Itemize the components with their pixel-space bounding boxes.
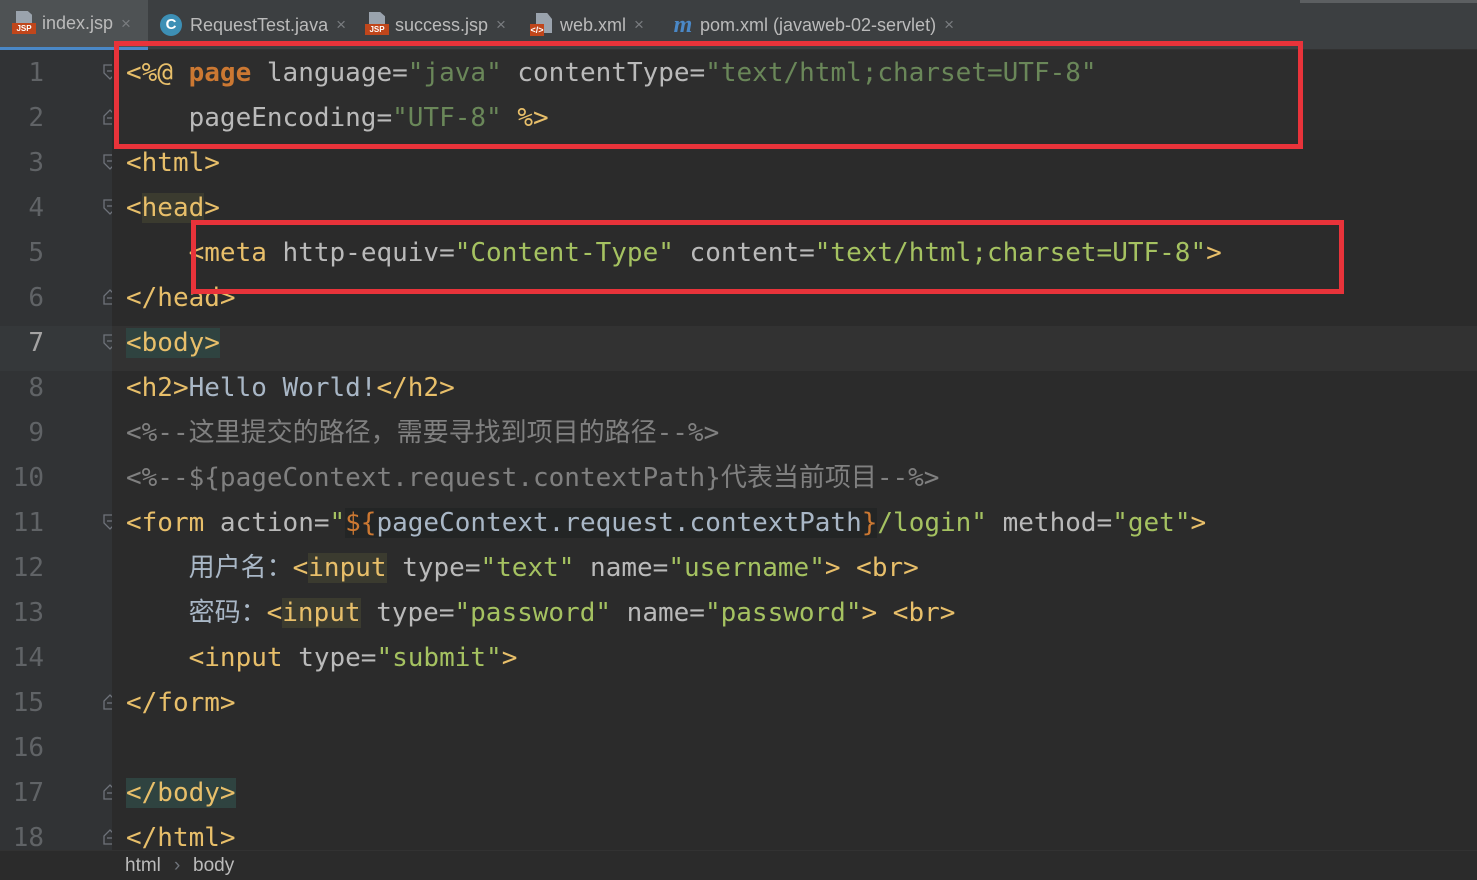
line-number: 3 [28, 148, 44, 178]
tag-name-warning: input [308, 553, 387, 583]
breadcrumb: html › body [0, 850, 1477, 880]
breadcrumb-separator: › [174, 855, 181, 876]
code-line-17: </body> [126, 771, 236, 816]
attribute: action= [219, 508, 330, 538]
el-close: } [861, 508, 878, 538]
attribute: type= [360, 598, 455, 628]
breadcrumb-item-html[interactable]: html [125, 855, 161, 877]
code-line-9-comment: <%--这里提交的路径，需要寻找到项目的路径--%> [126, 418, 720, 448]
string: /login" [877, 508, 987, 538]
tag-matched: <body> [126, 328, 220, 358]
current-line-highlight [112, 326, 1477, 371]
string: " [329, 508, 346, 538]
tag: <form [126, 508, 220, 538]
java-class-icon: C [160, 14, 182, 36]
line-number: 13 [12, 598, 44, 628]
attribute: type= [386, 553, 481, 583]
line-number-gutter[interactable]: 1 2 3 4 5 6 7 8 9 10 11 12 13 14 15 16 1… [0, 50, 117, 853]
string: "get" [1112, 508, 1191, 538]
code-line-8: <h2>Hello World!</h2> [126, 366, 455, 411]
attribute: type= [298, 643, 377, 673]
text: 用户名： [126, 553, 293, 583]
line-number: 17 [12, 778, 44, 808]
tag: </h2> [376, 373, 455, 403]
tab-label: success.jsp [395, 14, 489, 35]
jsp-file-icon: JSP [365, 12, 391, 38]
code-line-15: </form> [126, 688, 236, 718]
tag: > [1190, 508, 1207, 538]
line-number: 9 [28, 418, 44, 448]
tag-name-warning: input [282, 598, 361, 628]
close-icon[interactable]: × [944, 15, 954, 35]
maven-icon: m [673, 12, 693, 38]
code-line-7: <body> [126, 321, 220, 366]
line-number: 5 [28, 238, 44, 268]
tag-matched: </body> [126, 778, 236, 808]
attribute: name= [611, 598, 705, 628]
line-number: 14 [12, 643, 44, 673]
code-line-14: <input type="submit"> [126, 636, 518, 681]
el-open: ${ [345, 508, 377, 538]
line-number: 1 [28, 58, 44, 88]
annotation-box-page-directive [114, 41, 1303, 149]
breadcrumb-item-body[interactable]: body [193, 855, 234, 877]
string: "password" [704, 598, 862, 628]
tag-name-matched: head [141, 193, 205, 223]
scroll-indicator [1300, 0, 1477, 3]
code-line-11: <form action="${pageContext.request.cont… [126, 501, 1206, 546]
tag: > [824, 553, 841, 583]
tag: < [126, 193, 142, 223]
tab-label: index.jsp [42, 13, 114, 33]
tag: > [204, 193, 220, 223]
string: "submit" [376, 643, 502, 673]
close-icon[interactable]: × [121, 14, 131, 34]
tab-label: RequestTest.java [190, 14, 329, 35]
close-icon[interactable]: × [634, 15, 644, 35]
line-number: 8 [28, 373, 44, 403]
close-icon[interactable]: × [336, 15, 346, 35]
jsp-file-icon: JSP [12, 10, 38, 37]
tag: <br> [877, 598, 956, 628]
annotation-box-meta-tag [191, 220, 1344, 294]
text: 密码： [126, 598, 267, 628]
tag: <br> [840, 553, 919, 583]
tag: <h2> [126, 373, 189, 403]
code-line-13: 密码：<input type="password" name="password… [126, 591, 955, 636]
tag: > [501, 643, 518, 673]
string: "username" [668, 553, 825, 583]
tab-label: pom.xml (javaweb-02-servlet) [700, 14, 937, 35]
line-number-current: 7 [28, 328, 44, 358]
el-expression: pageContext.request.contextPath [376, 508, 862, 538]
string: "text" [480, 553, 575, 583]
text: Hello World! [188, 373, 377, 403]
line-number: 6 [28, 283, 44, 313]
tab-label: web.xml [560, 14, 627, 35]
code-line-12: 用户名：<input type="text" name="username"> … [126, 546, 919, 591]
line-number: 16 [12, 733, 44, 763]
tag: > [861, 598, 878, 628]
close-icon[interactable]: × [496, 15, 506, 35]
code-line-10-comment: <%--${pageContext.request.contextPath}代表… [126, 463, 940, 493]
line-number: 10 [12, 463, 44, 493]
line-number: 2 [28, 103, 44, 133]
xml-file-icon: </> [530, 12, 556, 38]
line-number: 15 [12, 688, 44, 718]
line-number: 4 [28, 193, 44, 223]
attribute: name= [574, 553, 669, 583]
tag: < [266, 598, 283, 628]
line-number: 11 [12, 508, 44, 538]
line-number: 12 [12, 553, 44, 583]
tag: <input [126, 643, 299, 673]
attribute: method= [986, 508, 1113, 538]
string: "password" [454, 598, 612, 628]
tag: < [292, 553, 309, 583]
